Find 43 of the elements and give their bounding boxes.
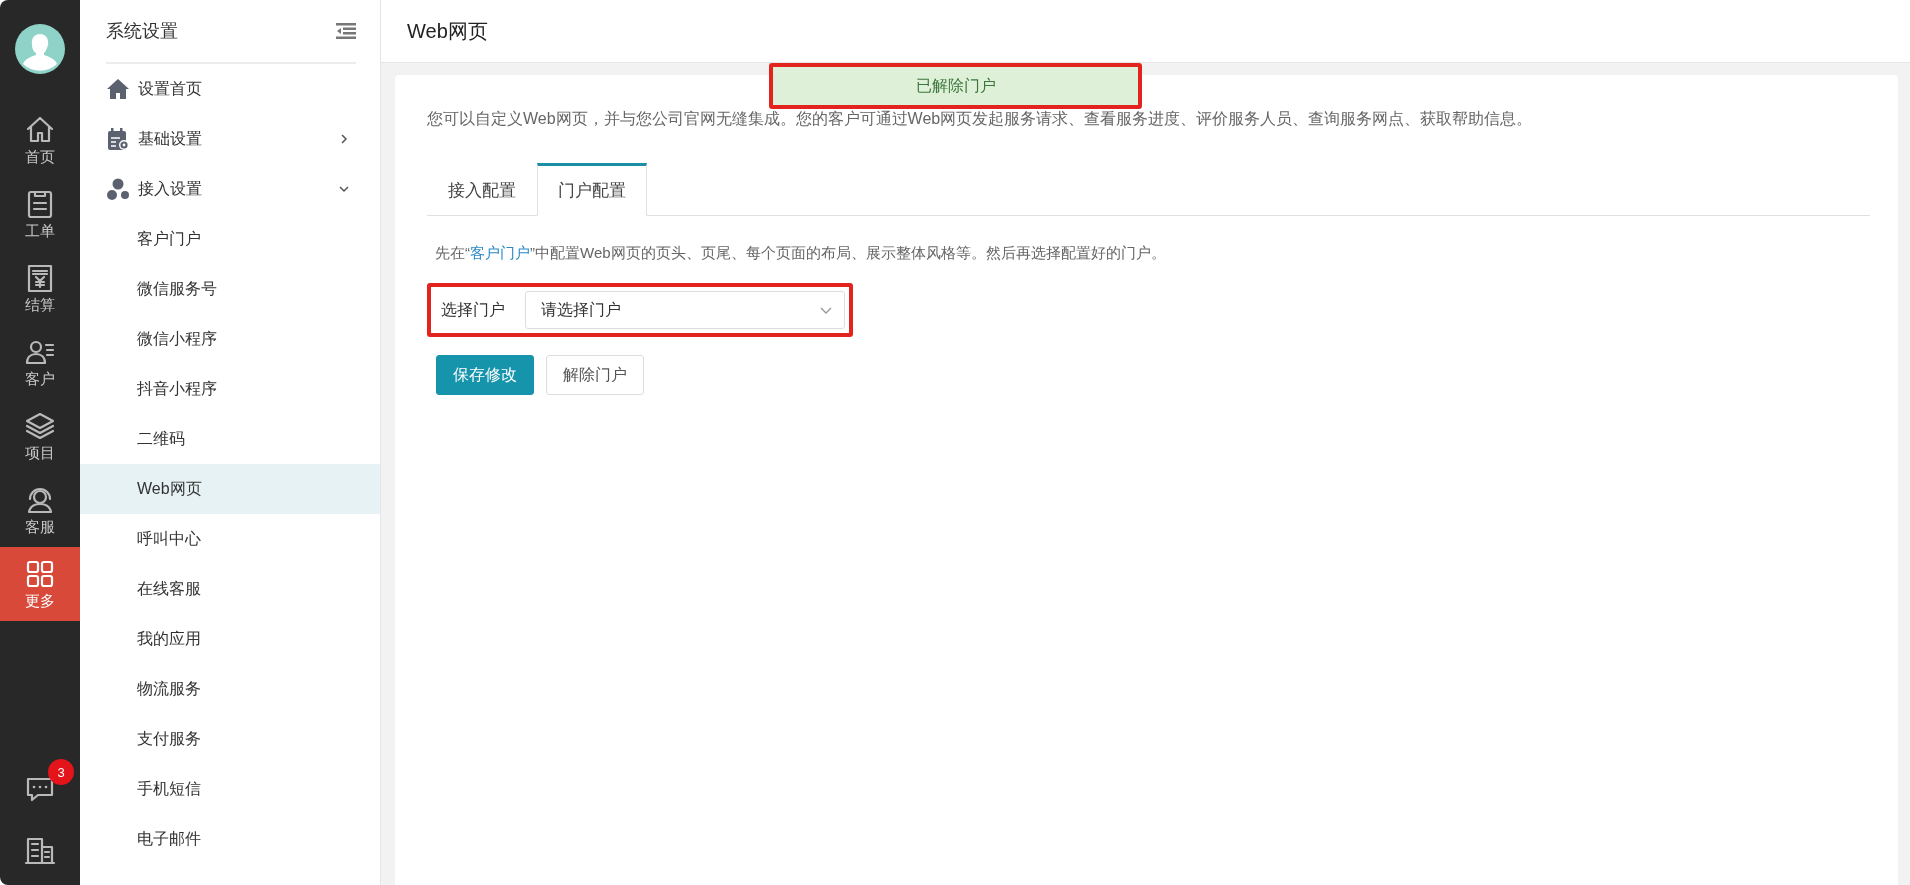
sidebar-subitem[interactable]: 微信小程序 xyxy=(80,314,380,364)
description-text: 您可以自定义Web网页，并与您公司官网无缝集成。您的客户可通过Web网页发起服务请求、查看服务进度、评价服务人员、查询服务网点、获取帮助信息。 xyxy=(427,109,1534,129)
sidebar-subitem[interactable]: 手机短信 xyxy=(80,764,380,814)
rail-nav-item[interactable]: 客服 xyxy=(0,473,80,547)
sidebar-subitem[interactable]: 微信服务号 xyxy=(80,264,380,314)
rail-nav-item[interactable]: 首页 xyxy=(0,103,80,177)
sidebar-subitem[interactable]: 我的应用 xyxy=(80,614,380,664)
sidebar-subitem[interactable]: 在线客服 xyxy=(80,564,380,614)
sidebar-item[interactable]: 基础设置 xyxy=(80,114,380,164)
save-button[interactable]: 保存修改 xyxy=(436,355,534,395)
home-icon xyxy=(106,77,130,101)
tab[interactable]: 接入配置 xyxy=(427,163,537,216)
notification-badge: 3 xyxy=(48,759,74,785)
building-icon[interactable] xyxy=(24,835,56,867)
rail-nav-item[interactable]: 工单 xyxy=(0,177,80,251)
chevron-down-icon xyxy=(338,183,350,195)
sidebar-item[interactable]: 设置首页 xyxy=(80,64,380,114)
page-title: Web网页 xyxy=(407,18,488,44)
sidebar-subitem[interactable]: 客户门户 xyxy=(80,214,380,264)
sidebar-subitem[interactable]: 支付服务 xyxy=(80,714,380,764)
rail-nav-item[interactable]: 结算 xyxy=(0,251,80,325)
sidebar-subitem[interactable]: 二维码 xyxy=(80,414,380,464)
sidebar-item[interactable]: 接入设置 xyxy=(80,164,380,214)
rail-nav-item[interactable]: 更多 xyxy=(0,547,80,621)
sidebar-subitem[interactable]: 电子邮件 xyxy=(80,814,380,864)
hint-text: 先在“客户门户”中配置Web网页的页头、页尾、每个页面的布局、展示整体风格等。然后再选择配置好的门户。 xyxy=(435,244,1167,263)
sidebar-subitem[interactable]: 物流服务 xyxy=(80,664,380,714)
collapse-menu-icon[interactable] xyxy=(336,23,356,39)
portal-select[interactable]: 请选择门户 xyxy=(525,291,845,329)
chevron-right-icon xyxy=(338,133,350,145)
calendar-gear-icon xyxy=(106,127,130,151)
rail-nav-item[interactable]: 客户 xyxy=(0,325,80,399)
toast-message: 已解除门户 xyxy=(769,63,1142,109)
circles-icon xyxy=(106,177,130,201)
sidebar-subitem[interactable]: 抖音小程序 xyxy=(80,364,380,414)
unbind-button[interactable]: 解除门户 xyxy=(546,355,644,395)
sidebar-subitem[interactable]: 呼叫中心 xyxy=(80,514,380,564)
rail-nav-item[interactable]: 项目 xyxy=(0,399,80,473)
sidebar-subitem[interactable]: Web网页 xyxy=(80,464,380,514)
sidebar-title: 系统设置 xyxy=(106,20,178,43)
tab[interactable]: 门户配置 xyxy=(537,163,647,216)
portal-link[interactable]: 客户门户 xyxy=(470,244,530,261)
field-label: 选择门户 xyxy=(441,299,505,320)
